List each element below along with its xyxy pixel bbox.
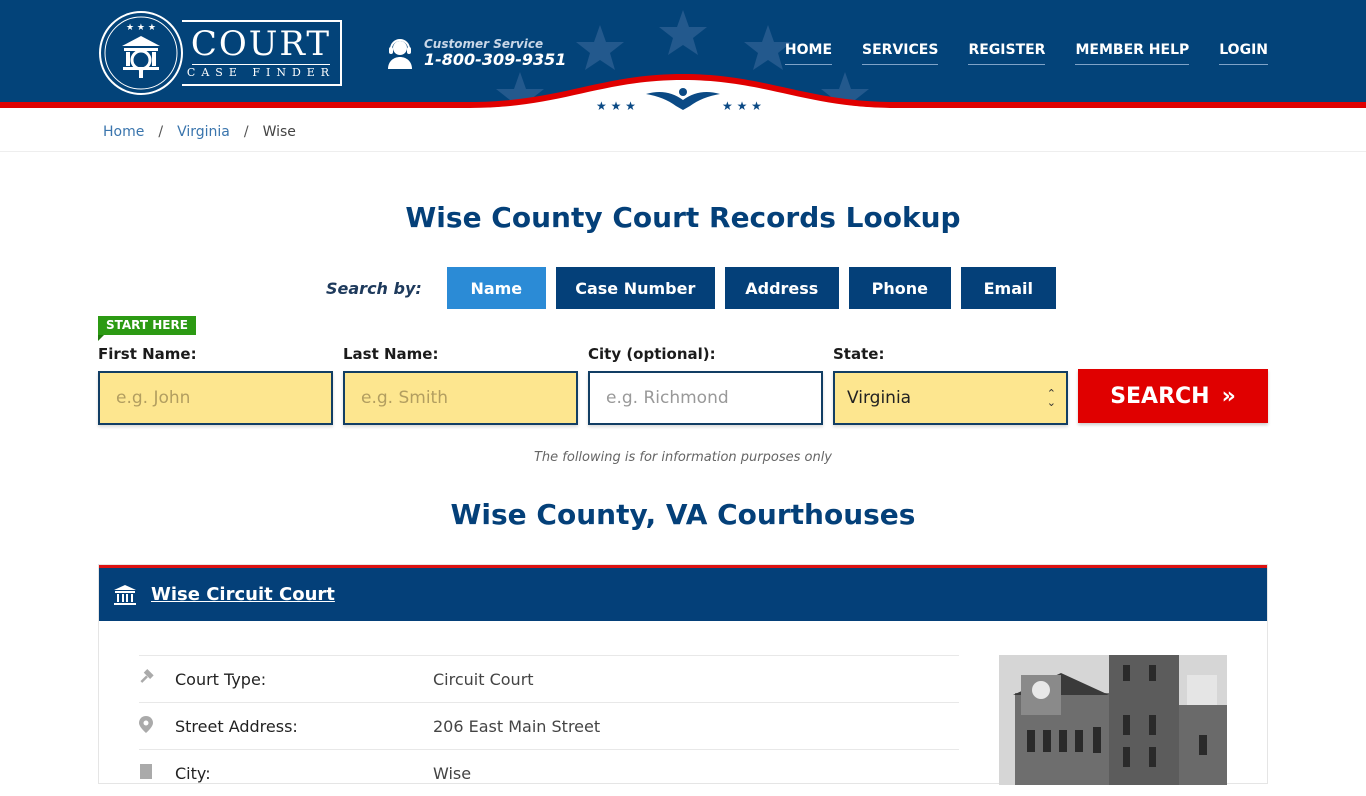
logo-title: COURT <box>190 24 332 64</box>
detail-row: City: Wise <box>139 749 959 796</box>
nav-member-help[interactable]: MEMBER HELP <box>1075 42 1190 65</box>
detail-value: Wise <box>433 763 472 783</box>
page-title: Wise County Court Records Lookup <box>405 201 961 234</box>
first-name-field: First Name: e.g. John <box>98 345 333 425</box>
svg-text:★ ★ ★: ★ ★ ★ <box>722 99 762 112</box>
detail-row: Street Address: 206 East Main Street <box>139 702 959 749</box>
nav-services[interactable]: SERVICES <box>862 42 939 65</box>
tab-email[interactable]: Email <box>960 267 1056 309</box>
tab-case-number[interactable]: Case Number <box>555 267 715 309</box>
courthouse-icon <box>114 584 136 605</box>
main-nav: HOME SERVICES REGISTER MEMBER HELP LOGIN <box>784 42 1268 65</box>
city-input[interactable]: e.g. Richmond <box>588 371 823 425</box>
last-name-field: Last Name: e.g. Smith <box>343 345 578 425</box>
logo-wordmark: COURT CASE FINDER <box>182 20 342 86</box>
detail-row: Court Type: Circuit Court <box>139 655 959 702</box>
logo-subtitle: CASE FINDER <box>186 66 336 79</box>
search-by-label: Search by: <box>326 278 422 298</box>
court-card: Wise Circuit Court Court Type: Circuit C… <box>98 564 1268 785</box>
courthouse-magnifier-emblem-icon: ★ ★ ★ <box>99 11 183 95</box>
start-here-badge: START HERE <box>98 316 196 341</box>
logo-divider <box>192 64 330 65</box>
nav-home[interactable]: HOME <box>784 42 833 65</box>
court-details: Court Type: Circuit Court Street Address… <box>139 655 959 796</box>
state-field: State: Virginia ⌃ ⌄ <box>833 345 1068 425</box>
state-label: State: <box>833 345 885 363</box>
first-name-input[interactable]: e.g. John <box>98 371 333 425</box>
city-label: City (optional): <box>588 345 716 363</box>
last-name-label: Last Name: <box>343 345 439 363</box>
tab-address[interactable]: Address <box>724 267 839 309</box>
nav-login[interactable]: LOGIN <box>1219 42 1268 65</box>
tab-phone[interactable]: Phone <box>848 267 951 309</box>
court-card-header: Wise Circuit Court <box>99 565 1267 621</box>
search-by-tabs: Search by: Name Case Number Address Phon… <box>326 267 1066 309</box>
breadcrumb-virginia[interactable]: Virginia <box>177 124 230 140</box>
court-name-link[interactable]: Wise Circuit Court <box>151 584 335 605</box>
star-decoration <box>659 10 707 55</box>
courthouse-photo-illustration <box>999 655 1227 785</box>
breadcrumb-home[interactable]: Home <box>103 124 144 140</box>
tab-name[interactable]: Name <box>446 267 546 309</box>
map-pin-icon <box>139 715 175 737</box>
customer-service-phone[interactable]: 1-800-309-9351 <box>424 51 566 69</box>
search-button[interactable]: SEARCH » <box>1078 369 1268 423</box>
select-updown-icon: ⌃ ⌄ <box>1046 387 1056 409</box>
svg-text:★ ★ ★: ★ ★ ★ <box>126 23 156 33</box>
customer-service-label: Customer Service <box>424 37 544 51</box>
detail-value: 206 East Main Street <box>433 716 601 736</box>
svg-text:★ ★ ★: ★ ★ ★ <box>596 99 636 112</box>
courthouses-title: Wise County, VA Courthouses <box>450 498 916 531</box>
courthouse-photo <box>999 655 1227 785</box>
detail-label: City: <box>175 763 211 783</box>
detail-label: Court Type: <box>175 669 267 689</box>
breadcrumb-current: Wise <box>262 123 296 140</box>
first-name-label: First Name: <box>98 345 197 363</box>
double-chevron-right-icon: » <box>1221 383 1236 409</box>
city-field: City (optional): e.g. Richmond <box>588 345 823 425</box>
detail-label: Street Address: <box>175 716 298 736</box>
nav-register[interactable]: REGISTER <box>968 42 1046 65</box>
gavel-icon <box>139 669 175 689</box>
breadcrumb-separator: / <box>243 123 249 140</box>
star-decoration <box>576 25 624 70</box>
state-select[interactable]: Virginia ⌃ ⌄ <box>833 371 1068 425</box>
headset-icon <box>388 39 412 69</box>
building-icon <box>139 763 175 783</box>
site-logo[interactable]: ★ ★ ★ COURT CASE FINDER <box>98 10 348 96</box>
detail-value: Circuit Court <box>433 669 534 689</box>
breadcrumb-separator: / <box>158 123 164 140</box>
customer-service[interactable]: Customer Service 1-800-309-9351 <box>386 37 566 69</box>
site-header: ★ ★ ★ ★ ★ ★ ★ ★ ★ COURT CASE FINDER Cust… <box>0 0 1366 112</box>
search-button-label: SEARCH <box>1110 383 1210 409</box>
state-select-value: Virginia <box>847 388 912 408</box>
last-name-input[interactable]: e.g. Smith <box>343 371 578 425</box>
breadcrumb: Home / Virginia / Wise <box>0 112 1366 152</box>
disclaimer-text: The following is for information purpose… <box>533 450 833 465</box>
